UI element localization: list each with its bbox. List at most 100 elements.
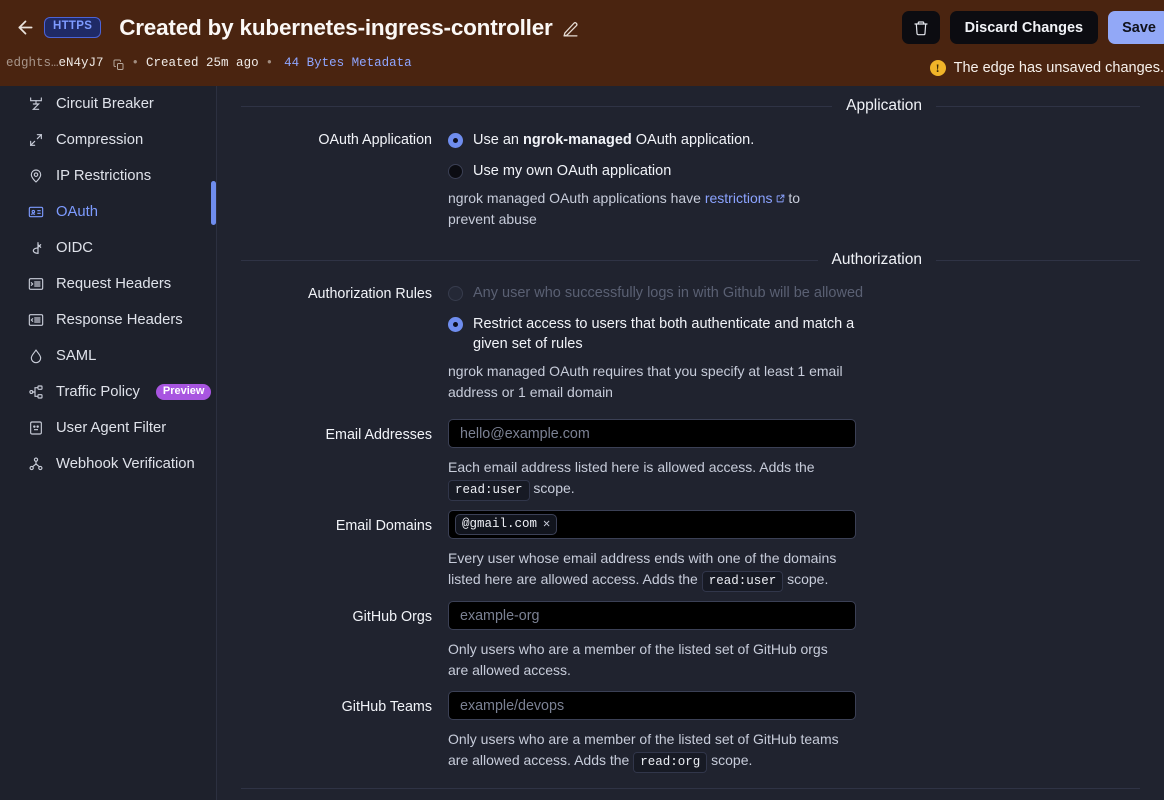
response-headers-icon [27, 312, 44, 329]
unsaved-changes-text: The edge has unsaved changes. [953, 60, 1164, 76]
sidebar-item-oauth[interactable]: OAuth [0, 194, 216, 230]
sidebar: Circuit Breaker Compression IP Restricti… [0, 86, 217, 800]
created-timestamp: Created 25m ago [146, 56, 259, 70]
authorization-rules-row: Authorization Rules Any user who success… [241, 278, 1140, 402]
metadata-link[interactable]: 44 Bytes Metadata [284, 56, 412, 70]
github-teams-control: Only users who are a member of the liste… [448, 691, 856, 773]
page-title: Created by kubernetes-ingress-controller [119, 14, 553, 40]
sidebar-item-label: Traffic Policy [56, 384, 140, 400]
divider-right [936, 105, 1140, 107]
sidebar-item-response-headers[interactable]: Response Headers [0, 302, 216, 338]
email-addresses-input[interactable] [448, 419, 856, 449]
sidebar-item-label: OIDC [56, 240, 93, 256]
email-addresses-row: Email Addresses Each email address liste… [241, 419, 1140, 501]
email-domains-helper: Every user whose email address ends with… [448, 548, 848, 592]
authorization-rules-control: Any user who successfully logs in with G… [448, 278, 863, 402]
email-domains-row: Email Domains @gmail.com ✕ Every user wh… [241, 510, 1140, 592]
sidebar-scrollbar[interactable] [211, 181, 216, 225]
sidebar-item-compression[interactable]: Compression [0, 122, 216, 158]
radio-label: Use my own OAuth application [473, 163, 672, 179]
webhook-verification-icon [27, 456, 44, 473]
divider-left [241, 105, 833, 107]
email-domains-label: Email Domains [335, 518, 432, 535]
github-orgs-input[interactable] [448, 601, 856, 631]
github-teams-input[interactable] [448, 691, 856, 721]
arrow-left-icon[interactable] [8, 11, 42, 45]
user-agent-filter-icon [27, 420, 44, 437]
protocol-badge: HTTPS [44, 17, 102, 38]
restrictions-link[interactable]: restrictions [705, 190, 773, 206]
email-addresses-control: Each email address listed here is allowe… [448, 419, 856, 501]
chip-email-domain: @gmail.com ✕ [455, 514, 558, 536]
authorization-rules-label: Authorization Rules [308, 286, 432, 303]
sidebar-item-traffic-policy[interactable]: Traffic Policy Preview [0, 374, 216, 410]
radio-option-restrict-access[interactable]: Restrict access to users that both authe… [448, 308, 856, 359]
github-orgs-label: GitHub Orgs [352, 609, 432, 626]
sidebar-item-label: Request Headers [56, 276, 172, 292]
page-header: HTTPS Created by kubernetes-ingress-cont… [0, 0, 1164, 86]
radio-icon[interactable] [448, 317, 463, 333]
sidebar-item-label: Circuit Breaker [56, 96, 154, 112]
radio-label: Restrict access to users that both authe… [473, 316, 855, 353]
oauth-application-row: OAuth Application Use an ngrok-managed O… [241, 124, 1140, 229]
sidebar-item-label: User Agent Filter [56, 420, 167, 436]
radio-icon[interactable] [448, 286, 463, 302]
close-icon[interactable]: ✕ [543, 518, 550, 530]
sidebar-item-label: Compression [56, 132, 144, 148]
sidebar-item-label: Response Headers [56, 312, 183, 328]
request-headers-icon [27, 276, 44, 293]
email-domains-input[interactable]: @gmail.com ✕ [448, 510, 856, 540]
section-title: Authorization [831, 251, 922, 269]
pencil-icon[interactable] [562, 21, 579, 38]
saml-shield-icon [27, 348, 44, 365]
meta-separator-1: • [131, 56, 140, 70]
copy-icon[interactable] [113, 59, 125, 71]
chip-label: @gmail.com [462, 517, 538, 532]
radio-option-own-oauth[interactable]: Use my own OAuth application [448, 155, 856, 186]
status-badge: Preview [155, 384, 212, 400]
github-orgs-control: Only users who are a member of the liste… [448, 601, 856, 680]
radio-icon[interactable] [448, 133, 463, 148]
warning-icon: ! [929, 60, 946, 76]
email-domains-control: @gmail.com ✕ Every user whose email addr… [448, 510, 856, 592]
header-actions: Discard Changes Save [901, 11, 1164, 44]
oauth-application-label: OAuth Application [318, 132, 432, 148]
discard-changes-button[interactable]: Discard Changes [949, 11, 1099, 44]
radio-option-any-user[interactable]: Any user who successfully logs in with G… [448, 278, 863, 308]
save-button[interactable]: Save [1108, 11, 1164, 44]
sidebar-item-saml[interactable]: SAML [0, 338, 216, 374]
main-content: Application OAuth Application Use an ngr… [217, 86, 1164, 800]
sidebar-item-circuit-breaker[interactable]: Circuit Breaker [0, 86, 216, 122]
sidebar-item-label: OAuth [56, 204, 98, 220]
circuit-breaker-icon [27, 96, 44, 113]
id-card-icon [27, 204, 44, 221]
oidc-key-icon [27, 240, 44, 257]
radio-icon[interactable] [448, 164, 463, 179]
authorization-rules-helper: ngrok managed OAuth requires that you sp… [448, 363, 843, 400]
github-orgs-helper: Only users who are a member of the liste… [448, 641, 828, 678]
sidebar-item-webhook-verification[interactable]: Webhook Verification [0, 446, 216, 482]
external-link-icon [776, 188, 785, 203]
scope-chip: read:user [701, 570, 784, 592]
divider-left [241, 259, 818, 261]
edge-id: edghts…eN4yJ7 [6, 56, 104, 70]
sidebar-item-oidc[interactable]: OIDC [0, 230, 216, 266]
traffic-policy-icon [27, 384, 44, 401]
sidebar-item-user-agent-filter[interactable]: User Agent Filter [0, 410, 216, 446]
oauth-application-helper: ngrok managed OAuth applications have re… [448, 188, 801, 227]
trash-icon[interactable] [901, 11, 940, 44]
radio-option-ngrok-managed[interactable]: Use an ngrok-managed OAuth application. [448, 124, 856, 155]
sidebar-item-request-headers[interactable]: Request Headers [0, 266, 216, 302]
email-addresses-helper: Each email address listed here is allowe… [448, 457, 848, 501]
sidebar-item-ip-restrictions[interactable]: IP Restrictions [0, 158, 216, 194]
scope-chip: read:org [633, 751, 708, 773]
github-teams-helper: Only users who are a member of the liste… [448, 729, 856, 773]
sidebar-item-label: SAML [56, 348, 97, 364]
sidebar-item-label: Webhook Verification [56, 456, 195, 472]
section-title: Application [846, 97, 922, 114]
section-divider-bottom [241, 788, 1140, 790]
github-teams-row: GitHub Teams Only users who are a member… [241, 691, 1140, 773]
radio-label: Use an ngrok-managed OAuth application. [473, 132, 755, 148]
scope-chip: read:user [448, 479, 530, 501]
email-addresses-label: Email Addresses [325, 427, 432, 444]
